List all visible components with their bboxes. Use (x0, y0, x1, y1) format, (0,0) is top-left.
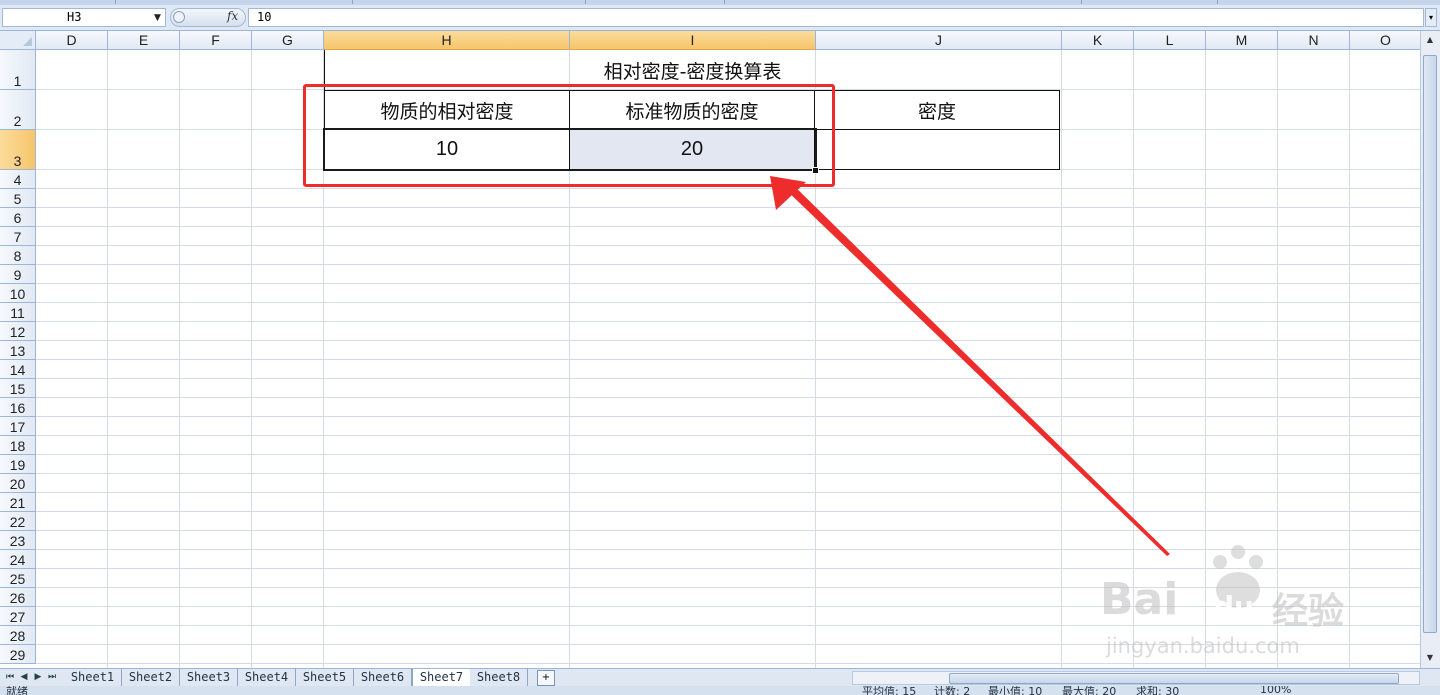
scroll-down-icon[interactable]: ▼ (1423, 651, 1437, 665)
sheet-tab-sheet6[interactable]: Sheet6 (354, 669, 412, 686)
sheet-tab-sheet4[interactable]: Sheet4 (238, 669, 296, 686)
watermark-cn: 经验 (1272, 591, 1345, 632)
status-min: 最小值: 10 (988, 686, 1043, 695)
status-max: 最大值: 20 (1062, 686, 1117, 695)
zoom-level[interactable]: 100% (1260, 686, 1291, 695)
watermark-url: jingyan.baidu.com (1106, 634, 1300, 658)
arrow-shaft (782, 180, 1170, 556)
first-sheet-icon[interactable]: ⏮ (4, 670, 16, 685)
baidu-watermark: Bai du 经验 jingyan.baidu.com (1100, 538, 1400, 668)
status-count: 计数: 2 (934, 686, 971, 695)
watermark-brand: Bai (1100, 574, 1179, 625)
status-ready: 就绪 (6, 686, 28, 695)
sheet-tab-sheet1[interactable]: Sheet1 (64, 669, 122, 686)
sheet-tab-bar: ⏮ ◀ ▶ ⏭ Sheet1 Sheet2 Sheet3 Sheet4 Sheet5 Sh… (0, 668, 1440, 686)
vertical-scroll-thumb[interactable] (1423, 55, 1437, 633)
sheet-tab-sheet2[interactable]: Sheet2 (122, 669, 180, 686)
status-average: 平均值: 15 (862, 686, 917, 695)
last-sheet-icon[interactable]: ⏭ (46, 670, 58, 685)
insert-sheet-icon[interactable]: + (537, 670, 555, 686)
vertical-scrollbar[interactable]: ▲ ▼ (1420, 31, 1440, 668)
watermark-du: du (1214, 590, 1254, 623)
status-sum: 求和: 30 (1136, 686, 1180, 695)
next-sheet-icon[interactable]: ▶ (32, 670, 44, 685)
prev-sheet-icon[interactable]: ◀ (18, 670, 30, 685)
sheet-tab-sheet3[interactable]: Sheet3 (180, 669, 238, 686)
horizontal-scroll-thumb[interactable] (949, 673, 1399, 684)
status-bar: 就绪 平均值: 15 计数: 2 最小值: 10 最大值: 20 求和: 30 … (0, 686, 1440, 695)
sheet-tab-sheet5[interactable]: Sheet5 (296, 669, 354, 686)
scroll-up-icon[interactable]: ▲ (1423, 33, 1437, 47)
horizontal-scrollbar[interactable] (852, 671, 1420, 685)
sheet-tab-sheet7[interactable]: Sheet7 (412, 669, 471, 686)
sheet-tab-sheet8[interactable]: Sheet8 (470, 669, 528, 686)
